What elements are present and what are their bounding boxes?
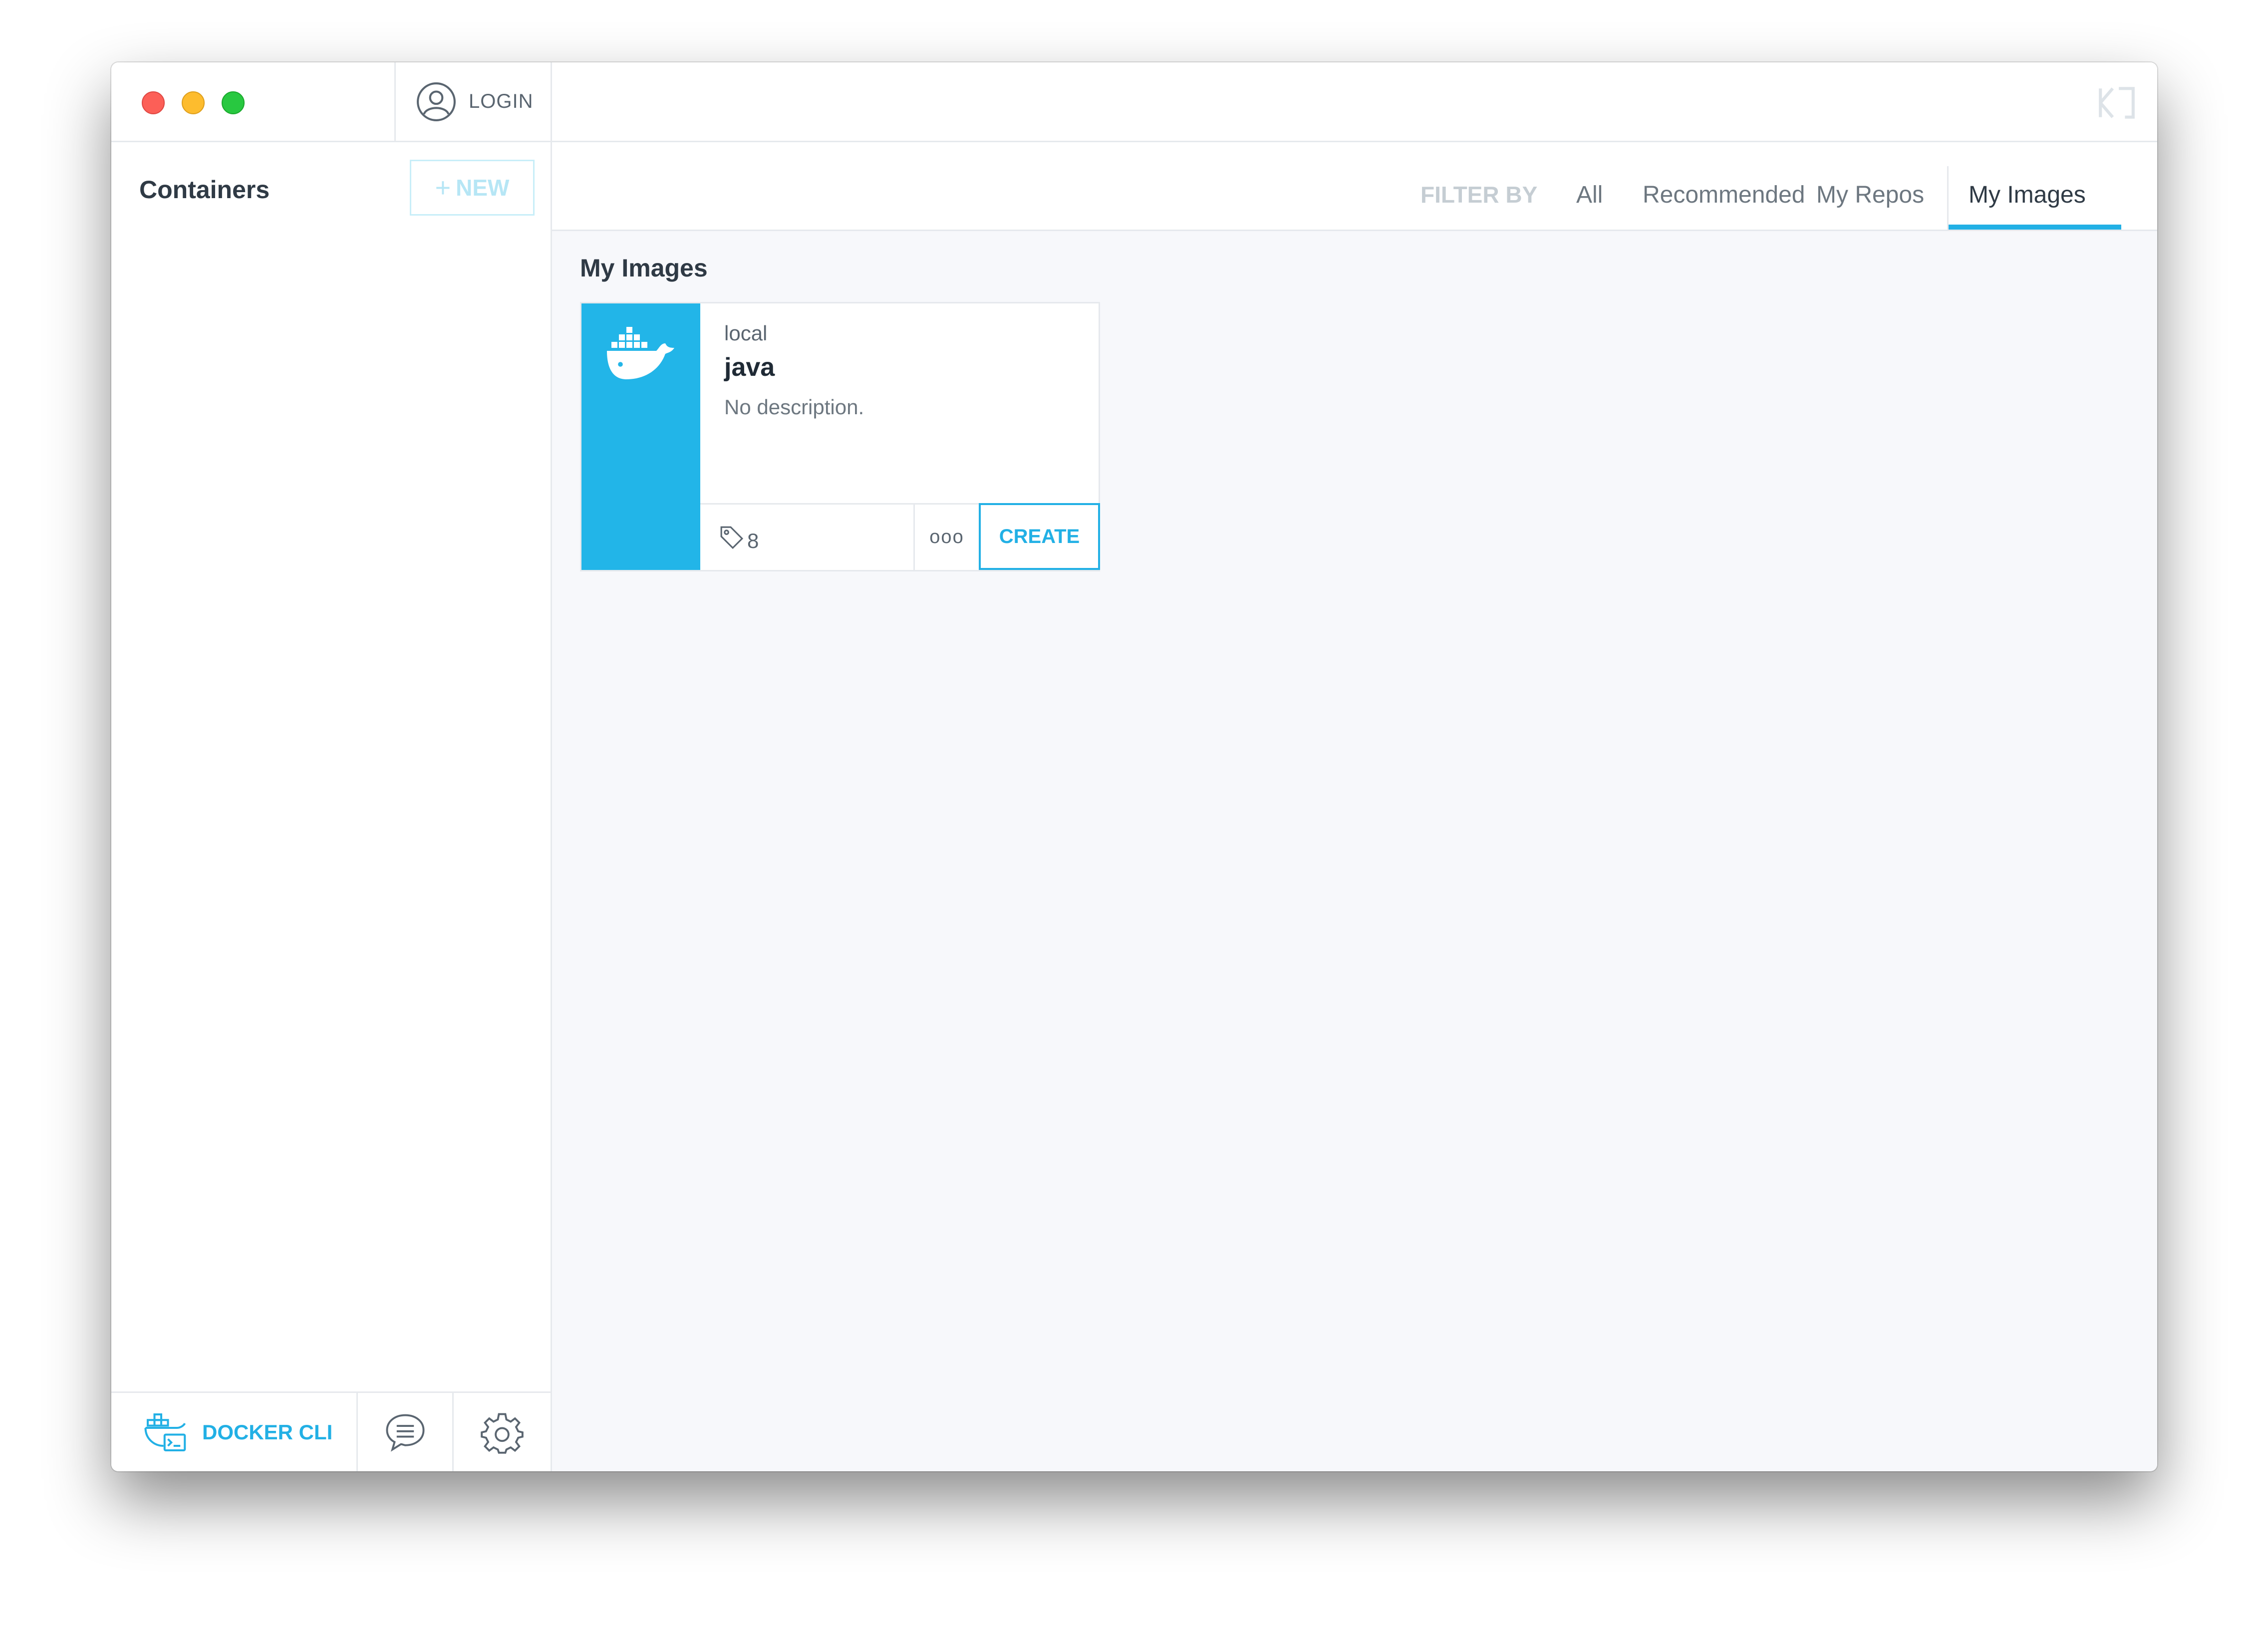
filter-bar: FILTER BY All Recommended My Repos My Im… [552,142,2157,231]
docker-whale-icon [607,327,674,379]
tag-icon [720,526,744,549]
tags-button[interactable]: 8 [700,505,915,570]
kitematic-logo-icon [2099,87,2135,119]
login-label: LOGIN [469,90,534,112]
close-window-button[interactable] [142,91,165,114]
docker-cli-label: DOCKER CLI [202,1420,333,1444]
containers-title: Containers [139,176,270,204]
filter-divider [1947,166,1949,231]
more-options-button[interactable]: ooo [915,505,979,570]
login-button[interactable]: LOGIN [394,62,552,141]
zoom-window-button[interactable] [222,91,245,114]
minimize-window-button[interactable] [182,91,205,114]
docker-cli-button[interactable]: DOCKER CLI [111,1393,358,1471]
new-container-button[interactable]: + NEW [410,160,535,216]
filter-all[interactable]: All [1576,181,1603,209]
app-window: LOGIN Containers + NEW DOCKER CLI FILTER… [111,62,2157,1471]
card-footer: 8 ooo CREATE [700,503,1100,570]
new-button-label: NEW [456,175,510,201]
sidebar-footer: DOCKER CLI [111,1391,551,1471]
image-name: java [724,353,775,382]
user-circle-icon [417,82,456,121]
image-description: No description. [724,395,864,419]
filter-recommended[interactable]: Recommended [1643,181,1805,209]
filter-my-repos[interactable]: My Repos [1816,181,1924,209]
sidebar: LOGIN Containers + NEW DOCKER CLI [111,62,552,1471]
card-logo [581,303,700,570]
section-title: My Images [580,254,708,282]
settings-button[interactable] [454,1393,551,1471]
gear-icon [481,1413,524,1454]
chat-bubble-icon [386,1414,424,1452]
plus-icon: + [435,173,451,203]
active-filter-underline [1949,225,2121,230]
feedback-button[interactable] [358,1393,454,1471]
sidebar-header: LOGIN [111,62,551,142]
image-card: local java No description. 8 ooo CREATE [580,302,1100,571]
main-panel: FILTER BY All Recommended My Repos My Im… [552,62,2157,1471]
create-button[interactable]: CREATE [979,503,1100,570]
tag-count: 8 [747,529,759,552]
filter-my-images[interactable]: My Images [1969,181,2086,209]
docker-terminal-icon [144,1413,186,1451]
image-namespace: local [724,321,768,345]
filter-by-label: FILTER BY [1420,182,1538,208]
main-header [552,62,2157,142]
